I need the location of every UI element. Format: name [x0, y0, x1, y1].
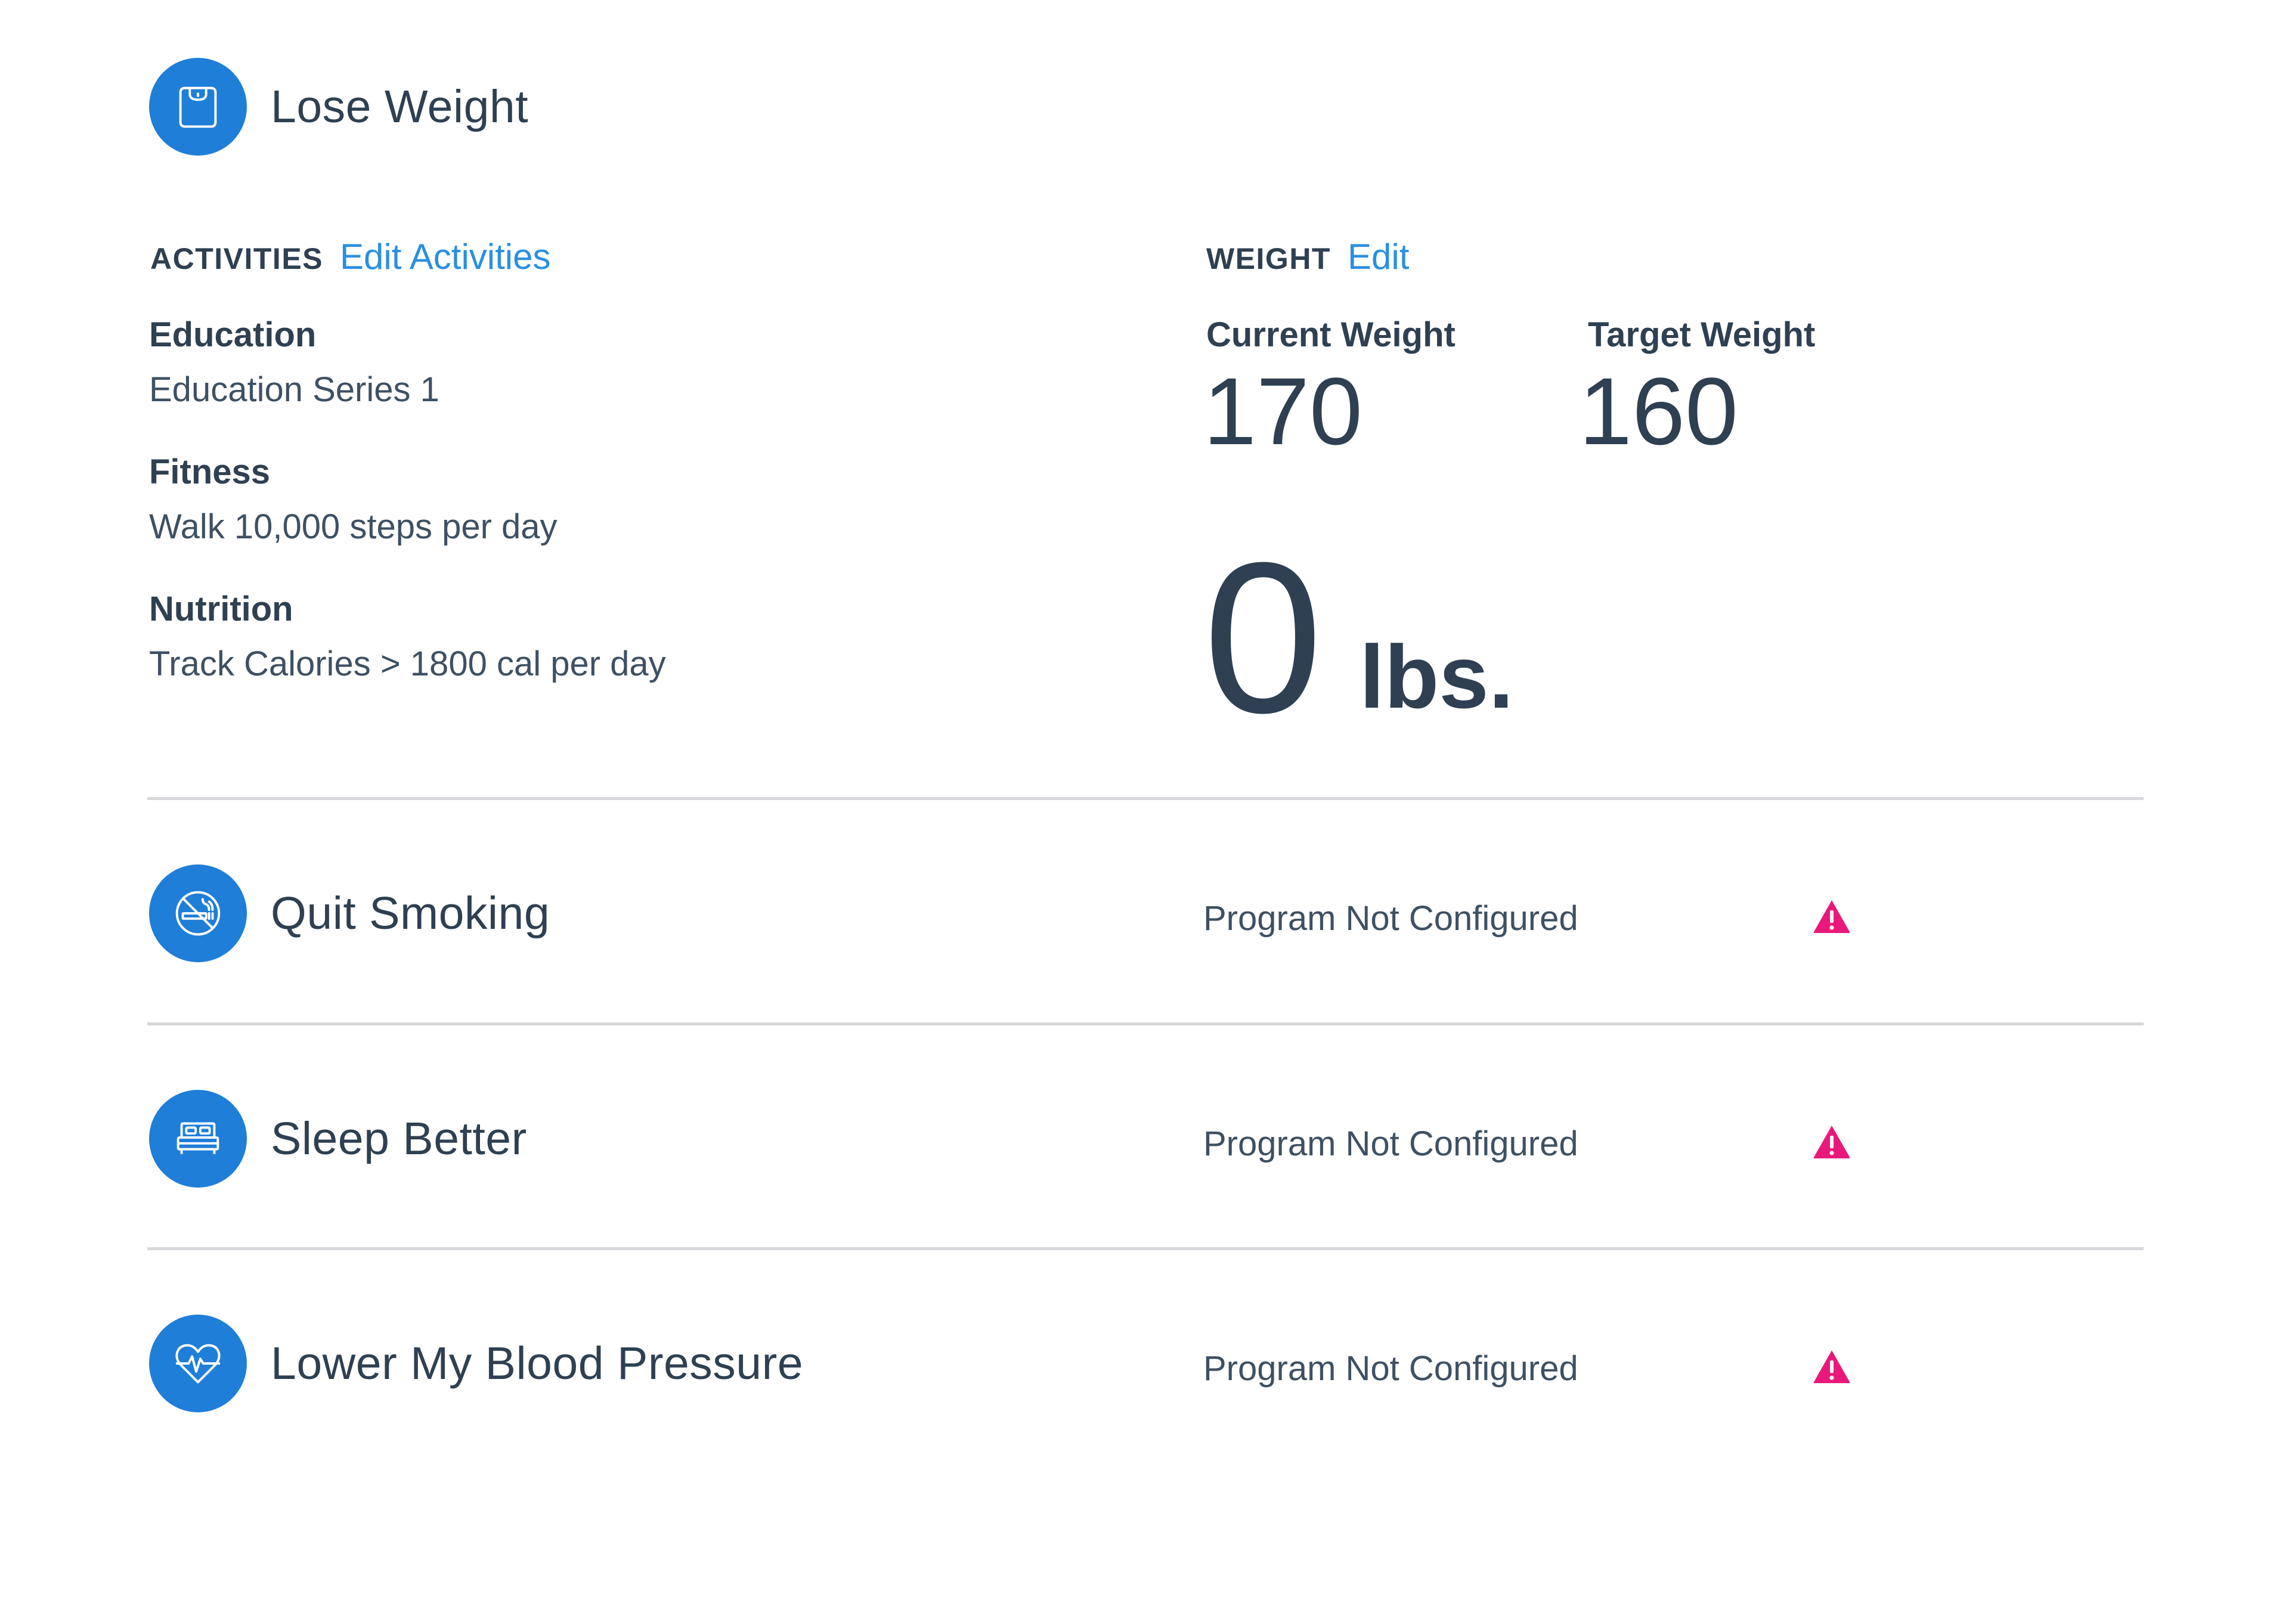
divider: [147, 1022, 2144, 1025]
activity-title-fitness: Fitness: [149, 453, 271, 491]
divider: [147, 797, 2144, 800]
edit-activities-link[interactable]: Edit Activities: [340, 236, 550, 277]
target-weight-value: 160: [1579, 358, 1738, 464]
warning-icon: [1813, 900, 1850, 933]
activity-title-education: Education: [149, 315, 317, 354]
warning-icon: [1813, 1126, 1850, 1158]
bed-icon: [149, 1090, 247, 1188]
program-title: Sleep Better: [271, 1112, 527, 1164]
activity-value-fitness: Walk 10,000 steps per day: [149, 507, 558, 546]
program-lose-weight[interactable]: Lose Weight: [149, 58, 528, 156]
program-quit-smoking[interactable]: Quit Smoking: [149, 864, 550, 962]
program-title: Quit Smoking: [271, 887, 550, 939]
no-smoking-icon: [149, 864, 247, 962]
weight-lost-unit: lbs.: [1360, 627, 1514, 727]
scale-icon: [149, 58, 247, 156]
activity-value-education: Education Series 1: [149, 370, 439, 409]
heart-pulse-icon: [149, 1315, 247, 1412]
program-lower-blood-pressure[interactable]: Lower My Blood Pressure: [149, 1315, 803, 1412]
activities-label: ACTIVITIES: [150, 242, 324, 275]
program-status: Program Not Configured: [1203, 1124, 1578, 1163]
weight-label: WEIGHT: [1206, 242, 1331, 275]
current-weight-label: Current Weight: [1206, 315, 1456, 354]
program-status: Program Not Configured: [1203, 1349, 1578, 1388]
weight-lost-value: 0: [1203, 518, 1323, 758]
weight-header: WEIGHT Edit: [1206, 236, 1409, 277]
activities-header: ACTIVITIES Edit Activities: [150, 236, 551, 277]
program-status: Program Not Configured: [1203, 899, 1578, 938]
edit-weight-link[interactable]: Edit: [1348, 236, 1409, 277]
current-weight-value: 170: [1203, 358, 1362, 464]
program-sleep-better[interactable]: Sleep Better: [149, 1090, 527, 1188]
program-title: Lose Weight: [271, 80, 529, 132]
warning-icon: [1813, 1350, 1850, 1383]
target-weight-label: Target Weight: [1588, 315, 1816, 354]
divider: [147, 1247, 2144, 1250]
activity-value-nutrition: Track Calories > 1800 cal per day: [149, 644, 666, 683]
activity-title-nutrition: Nutrition: [149, 590, 293, 628]
program-title: Lower My Blood Pressure: [271, 1337, 804, 1389]
